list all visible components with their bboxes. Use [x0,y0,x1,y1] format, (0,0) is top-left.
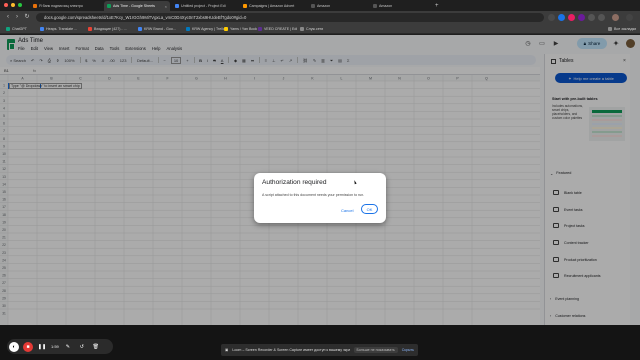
bookmark-label: Yams / Yan Book [230,27,258,31]
browser-tab[interactable]: Untitled project - Project Edi [172,1,238,11]
bookmark-item[interactable]: ChatGPT [6,26,27,32]
url-text: docs.google.com/spreadsheets/d/1xE7Kcy_W… [44,15,247,20]
bookmark-label: VEED CREATE | Edi [264,27,298,31]
window-controls [4,3,22,7]
tab-favicon-icon [243,4,247,8]
extension-icon[interactable] [558,14,565,21]
bookmark-item[interactable]: Служ.сети [300,26,323,32]
browser-toolbar: ‹ › ↻ docs.google.com/spreadsheets/d/1xE… [0,11,640,24]
folder-icon [300,27,304,31]
menu-kebab-icon[interactable] [626,14,633,21]
ok-button[interactable]: OK [361,204,378,214]
delete-icon[interactable]: 🗑︎ [91,342,101,352]
browser-tab[interactable]: Campaigns | Amazon Advert [240,1,306,11]
bookmark-label: Heaps. Translate ... [46,27,78,31]
screen: Я банк подписчиц электро Ads Time - Goog… [0,0,640,360]
folder-icon [608,27,612,31]
sheets-favicon-icon [107,4,111,8]
browser-tab[interactable]: Amazon [308,1,368,11]
tab-label: Untitled project - Project Edi [181,4,226,8]
dialog-message: A script attached to this document needs… [262,193,365,197]
tab-favicon-icon [33,4,37,8]
trello-icon [186,27,190,31]
close-window-button[interactable] [4,3,8,7]
minimize-window-button[interactable] [11,3,15,7]
bookmark-label: KRW Agency | Trello [192,27,225,31]
bookmark-item[interactable]: Входящие (427) - ... [88,26,127,32]
bookmark-icon [224,27,228,31]
screen-share-icon: ▣ [225,348,229,352]
tab-label: Я банк подписчиц электро [39,4,83,8]
browser-tab[interactable]: Я банк подписчиц электро [30,1,102,11]
restart-icon[interactable]: ↺ [77,342,87,352]
tab-label: Amazon [317,4,331,8]
extension-icon[interactable] [578,14,585,21]
new-tab-button[interactable]: + [432,1,442,11]
tab-label: Ads Time - Google Sheets [113,4,155,8]
browser-tab-active[interactable]: Ads Time - Google Sheets × [104,1,170,11]
bookmark-item[interactable]: KRW Agency | Trello [186,26,225,32]
authorization-dialog: Authorization required A script attached… [254,173,386,223]
extensions-puzzle-icon[interactable] [588,14,595,21]
browser-tab[interactable]: Amazon [370,1,430,11]
dialog-title: Authorization required [262,179,327,186]
bookmark-item[interactable]: KRW Brand - Goo... [138,26,176,32]
back-icon[interactable]: ‹ [4,13,12,21]
extension-icon[interactable] [568,14,575,21]
draw-icon[interactable]: ✎ [63,342,73,352]
translate-icon [40,27,44,31]
drive-icon [138,27,142,31]
bookmark-label: Служ.сети [306,27,324,31]
amazon-favicon-icon [373,4,377,8]
veed-icon [258,27,262,31]
stop-recording-button[interactable]: ■ [23,341,33,352]
browser-tab-strip: Я банк подписчиц электро Ads Time - Goog… [0,0,640,11]
screen-sharing-notification: ▣ Loom – Screen Recorder & Screen Captur… [221,344,418,356]
bookmark-item[interactable]: VEED CREATE | Edi [258,26,297,32]
loom-recorder-controls: ◐ ■ ❚❚ 1:59 ✎ ↺ 🗑︎ [7,339,113,354]
profile-avatar[interactable] [612,14,619,21]
bookmarks-bar: ChatGPT Heaps. Translate ... Входящие (4… [0,24,640,34]
bookmark-label: Входящие (427) - ... [94,27,127,31]
forward-icon[interactable]: › [13,13,21,21]
cancel-button[interactable]: Cancel [341,208,353,213]
tab-close-icon[interactable]: × [163,4,167,9]
amazon-favicon-icon [311,4,315,8]
download-icon[interactable] [598,14,605,21]
gmail-icon [88,27,92,31]
bookmark-label: ChatGPT [12,27,27,31]
address-bar[interactable]: docs.google.com/spreadsheets/d/1xE7Kcy_W… [36,13,544,22]
bookmark-item[interactable]: Heaps. Translate ... [40,26,77,32]
reload-icon[interactable]: ↻ [23,13,31,21]
all-bookmarks[interactable]: Все закладки [608,26,636,32]
pause-icon[interactable]: ❚❚ [37,342,47,352]
bookmark-label: Все закладки [614,27,637,31]
chatgpt-icon [6,27,10,31]
dont-show-button[interactable]: Больше не показывать [353,347,398,353]
zoom-window-button[interactable] [18,3,22,7]
tab-label: Campaigns | Amazon Advert [249,4,295,8]
tab-label: Amazon [379,4,393,8]
recording-time: 1:59 [51,344,59,349]
tab-favicon-icon [175,4,179,8]
bookmark-star-icon[interactable] [548,14,555,21]
loom-camera-icon[interactable]: ◐ [9,341,19,352]
notification-text: Loom – Screen Recorder & Screen Capture … [232,348,350,352]
hide-button[interactable]: Скрыть [402,348,414,352]
bookmark-item[interactable]: Yams / Yan Book [224,26,257,32]
bookmark-label: KRW Brand - Goo... [144,27,176,31]
